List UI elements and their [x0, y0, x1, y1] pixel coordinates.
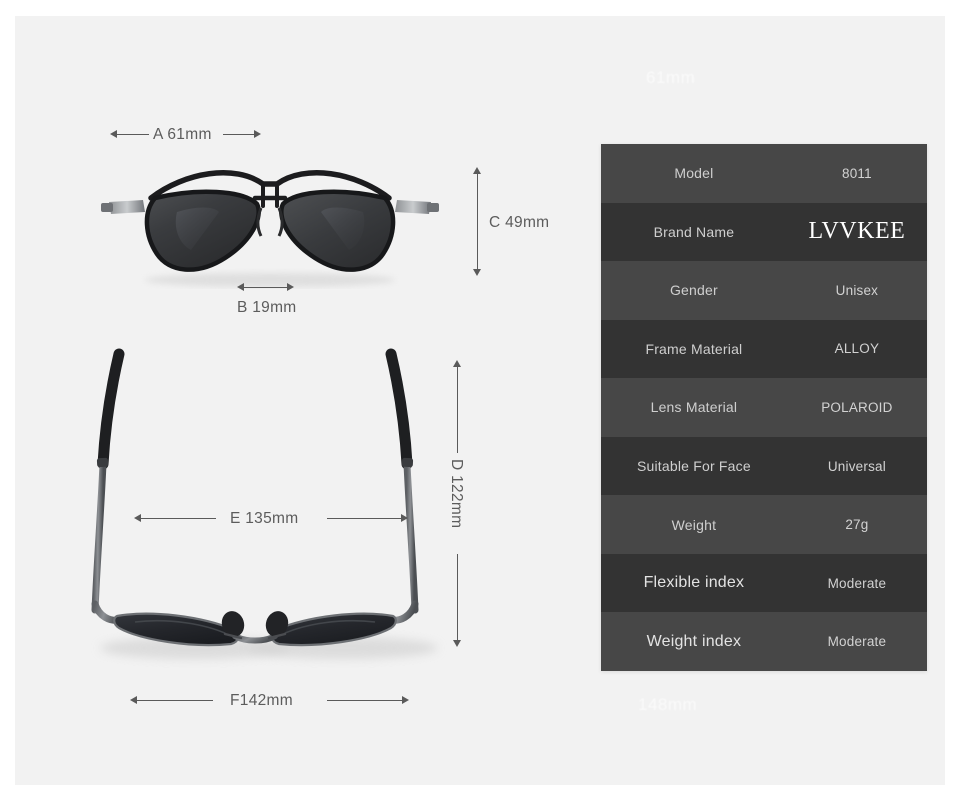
spec-row: Model 8011	[601, 144, 927, 203]
spec-row: Weight index Moderate	[601, 612, 927, 671]
dimension-a-label: A 61mm	[153, 126, 212, 143]
specification-table: Model 8011 Brand Name LVVKEE Gender Unisex Fra…	[601, 144, 927, 671]
dimension-a-line-left	[116, 134, 149, 135]
dimension-e-line-left	[140, 518, 216, 519]
dimension-b-label: B 19mm	[237, 299, 297, 316]
spec-row-key: Frame Material	[645, 340, 743, 357]
spec-row-value: Moderate	[827, 634, 887, 650]
spec-row-value: Moderate	[827, 575, 887, 591]
dimension-d-arrowhead-down	[453, 640, 461, 647]
dimension-b-line	[243, 287, 289, 288]
dimension-b-arrowhead-right	[287, 283, 294, 291]
spec-row-key: Lens Material	[650, 399, 738, 416]
spec-row: Flexible index Moderate	[601, 553, 927, 613]
spec-row-key: Flexible index	[643, 574, 745, 592]
dimension-f-arrowhead-right	[402, 696, 409, 704]
dimension-e-label: E 135mm	[230, 510, 299, 527]
spec-row-key: Weight index	[646, 632, 742, 650]
product-spec-page: 61mm 148mm A 61mm B 19mm C 49mm D 122mm …	[0, 0, 960, 802]
spec-row-value: LVVKEE	[808, 218, 906, 245]
dimension-f-line-right	[327, 700, 404, 701]
spec-row-value: ALLOY	[834, 341, 880, 357]
spec-row-value: Universal	[827, 458, 886, 474]
dimension-a-line-right	[223, 134, 256, 135]
watermark-bottom: 148mm	[638, 695, 698, 714]
spec-row-value: 8011	[841, 165, 872, 181]
dimension-a-arrowhead-right	[254, 130, 261, 138]
watermark-top: 61mm	[646, 68, 696, 87]
spec-row: Gender Unisex	[601, 261, 927, 320]
dimension-d-label: D 122mm	[448, 459, 465, 529]
spec-row-value: 27g	[845, 517, 869, 533]
spec-row: Lens Material POLAROID	[601, 378, 927, 437]
dimension-c-line	[477, 173, 478, 270]
spec-row: Frame Material ALLOY	[601, 319, 927, 379]
dimension-c-label: C 49mm	[489, 214, 550, 231]
dimension-e-line-right	[327, 518, 403, 519]
spec-row: Suitable For Face Universal	[601, 436, 927, 496]
aviator-sunglasses-front-svg	[101, 170, 439, 287]
sunglasses-front-view-image	[85, 154, 455, 289]
spec-row-value: Unisex	[835, 282, 879, 298]
content-canvas: 61mm 148mm A 61mm B 19mm C 49mm D 122mm …	[15, 16, 945, 785]
spec-row-key: Weight	[671, 516, 717, 533]
spec-row-key: Brand Name	[653, 223, 735, 240]
spec-row-value: POLAROID	[821, 399, 893, 415]
dimension-c-arrowhead-down	[473, 269, 481, 276]
spec-row-key: Gender	[669, 282, 718, 299]
spec-row: Brand Name LVVKEE	[601, 202, 927, 262]
dimension-e-arrowhead-right	[401, 514, 408, 522]
spec-row-key: Model	[674, 165, 714, 182]
dimension-d-line-lower	[457, 554, 458, 641]
dimension-f-line-left	[136, 700, 213, 701]
dimension-f-label: F142mm	[230, 692, 293, 709]
dimension-d-line-upper	[457, 366, 458, 453]
spec-row-key: Suitable For Face	[636, 458, 751, 474]
spec-row: Weight 27g	[601, 495, 927, 554]
